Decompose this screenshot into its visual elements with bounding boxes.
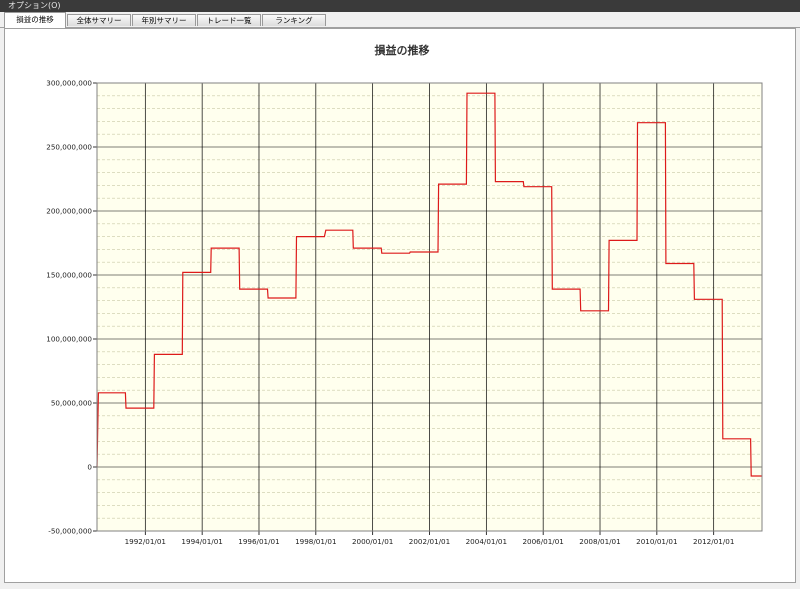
x-tick-label: 2000/01/01 (352, 537, 393, 546)
x-tick-label: 2006/01/01 (522, 537, 563, 546)
x-tick-label: 1996/01/01 (238, 537, 279, 546)
y-tick-label: 0 (87, 463, 92, 472)
y-tick-label: 50,000,000 (51, 399, 93, 408)
x-tick-label: 2012/01/01 (693, 537, 734, 546)
x-tick-label: 2008/01/01 (579, 537, 620, 546)
x-tick-label: 2004/01/01 (466, 537, 507, 546)
profit-chart: 損益の推移 -50,000,000 0 50,000,000 100,000,000 1… (46, 43, 763, 546)
x-tick-label: 1992/01/01 (125, 537, 166, 546)
y-tick-label: 150,000,000 (46, 271, 92, 280)
x-tick-label: 2010/01/01 (636, 537, 677, 546)
y-tick-label: -50,000,000 (48, 527, 92, 536)
y-tick-label: 200,000,000 (46, 207, 92, 216)
chart-title: 損益の推移 (375, 43, 430, 57)
x-tick-label: 1998/01/01 (295, 537, 336, 546)
y-tick-label: 300,000,000 (46, 79, 92, 88)
x-tick-label: 1994/01/01 (181, 537, 222, 546)
x-tick-label: 2002/01/01 (409, 537, 450, 546)
y-tick-label: 100,000,000 (46, 335, 92, 344)
y-tick-label: 250,000,000 (46, 143, 92, 152)
tab-profit-trend[interactable]: 損益の推移 (4, 12, 66, 28)
